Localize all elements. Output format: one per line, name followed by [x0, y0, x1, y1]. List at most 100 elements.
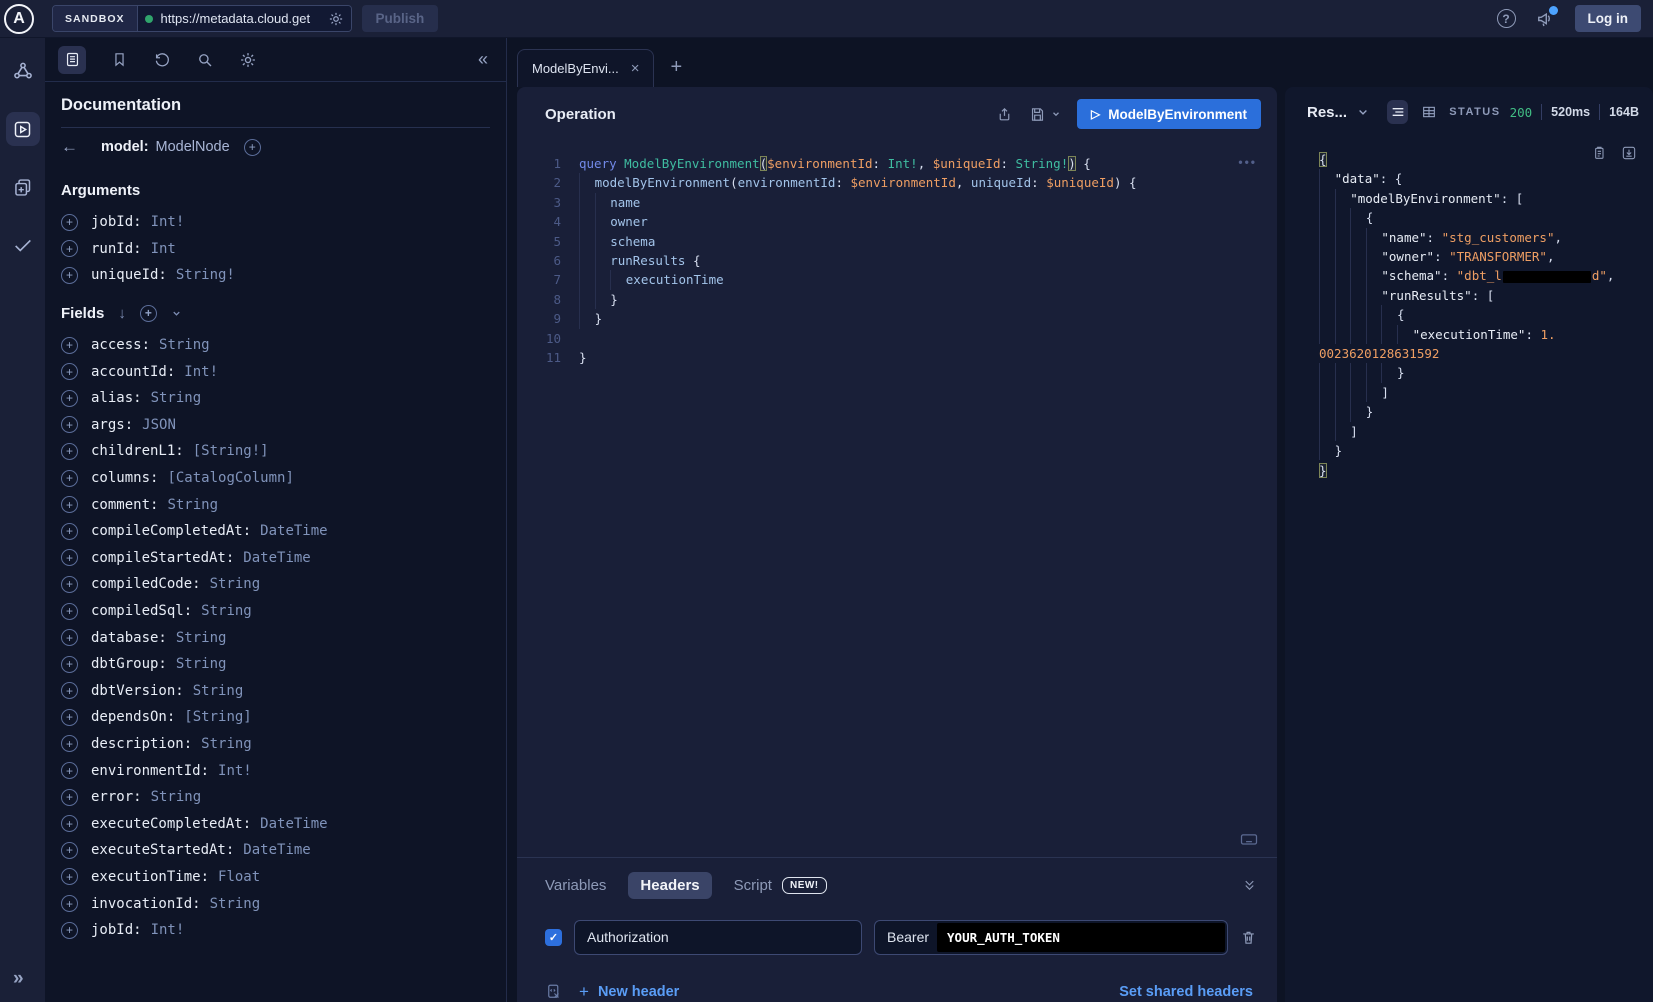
add-to-query-icon[interactable]: +	[61, 416, 78, 433]
fields-options-chevron-icon[interactable]	[171, 308, 182, 319]
argument-row[interactable]: +jobId:Int!	[61, 209, 490, 236]
add-to-query-icon[interactable]: +	[61, 922, 78, 939]
field-row[interactable]: +comment:String	[61, 491, 490, 518]
add-to-query-icon[interactable]: +	[61, 629, 78, 646]
explorer-nav-icon[interactable]	[6, 112, 40, 146]
field-row[interactable]: +jobId:Int!	[61, 917, 490, 944]
add-to-query-icon[interactable]: +	[61, 363, 78, 380]
field-row[interactable]: +compileCompletedAt:DateTime	[61, 518, 490, 545]
argument-row[interactable]: +uniqueId:String!	[61, 262, 490, 289]
field-row[interactable]: +environmentId:Int!	[61, 757, 490, 784]
add-to-query-icon[interactable]: +	[61, 789, 78, 806]
sort-fields-icon[interactable]: ↓	[118, 305, 126, 322]
expand-sidebar-icon[interactable]: »	[13, 968, 24, 990]
tab-script[interactable]: Script	[734, 877, 772, 894]
add-to-query-icon[interactable]: +	[61, 868, 78, 885]
add-to-query-icon[interactable]: +	[61, 240, 78, 257]
collapse-docs-icon[interactable]: «	[478, 49, 488, 70]
back-arrow-icon[interactable]: ←	[61, 137, 101, 157]
argument-row[interactable]: +runId:Int	[61, 236, 490, 263]
documentation-tab-icon[interactable]	[58, 46, 86, 74]
field-row[interactable]: +error:String	[61, 784, 490, 811]
new-tab-button[interactable]: +	[670, 56, 682, 79]
add-to-query-icon[interactable]: +	[61, 576, 78, 593]
operation-tab[interactable]: ModelByEnvi... ×	[517, 49, 654, 87]
field-row[interactable]: +invocationId:String	[61, 890, 490, 917]
announcements-icon[interactable]	[1536, 9, 1555, 28]
copy-response-icon[interactable]	[1591, 145, 1607, 161]
schema-graph-nav-icon[interactable]	[6, 54, 40, 88]
field-row[interactable]: +dependsOn:[String]	[61, 704, 490, 731]
close-tab-icon[interactable]: ×	[631, 60, 640, 77]
help-icon[interactable]: ?	[1497, 9, 1516, 28]
header-value-input[interactable]: Bearer YOUR_AUTH_TOKEN	[874, 920, 1228, 955]
add-all-fields-icon[interactable]: +	[140, 305, 157, 322]
field-row[interactable]: +executionTime:Float	[61, 864, 490, 891]
field-row[interactable]: +accountId:Int!	[61, 358, 490, 385]
editor-menu-icon[interactable]: •••	[1238, 155, 1257, 169]
field-row[interactable]: +childrenL1:[String!]	[61, 438, 490, 465]
add-to-query-icon[interactable]: +	[61, 656, 78, 673]
set-shared-headers-link[interactable]: Set shared headers	[1119, 984, 1253, 1000]
endpoint-settings-gear-icon[interactable]	[328, 11, 344, 27]
add-to-query-icon[interactable]: +	[61, 603, 78, 620]
table-view-icon[interactable]	[1418, 100, 1439, 124]
apollo-logo[interactable]: A	[4, 4, 34, 34]
add-to-query-icon[interactable]: +	[61, 214, 78, 231]
field-row[interactable]: +columns:[CatalogColumn]	[61, 465, 490, 492]
header-enabled-checkbox[interactable]: ✓	[545, 929, 562, 946]
add-to-query-icon[interactable]: +	[61, 470, 78, 487]
login-button[interactable]: Log in	[1575, 5, 1642, 32]
checks-nav-icon[interactable]	[6, 228, 40, 262]
add-to-query-icon[interactable]: +	[61, 390, 78, 407]
add-to-query-icon[interactable]: +	[61, 496, 78, 513]
field-row[interactable]: +args:JSON	[61, 412, 490, 439]
add-to-query-icon[interactable]: +	[61, 443, 78, 460]
keyboard-shortcuts-icon[interactable]	[1239, 829, 1259, 849]
add-to-query-icon[interactable]: +	[61, 337, 78, 354]
field-row[interactable]: +compiledCode:String	[61, 571, 490, 598]
add-to-query-icon[interactable]: +	[61, 842, 78, 859]
raw-view-icon[interactable]	[1387, 100, 1408, 124]
explorer-settings-gear-icon[interactable]	[239, 51, 257, 69]
breadcrumb-type[interactable]: ModelNode	[156, 139, 230, 155]
add-to-query-icon[interactable]: +	[61, 895, 78, 912]
field-row[interactable]: +compiledSql:String	[61, 598, 490, 625]
history-icon[interactable]	[153, 51, 171, 69]
add-to-query-icon[interactable]: +	[61, 549, 78, 566]
header-name-input[interactable]: Authorization	[574, 920, 862, 955]
save-operation-icon[interactable]	[1029, 106, 1046, 123]
field-row[interactable]: +alias:String	[61, 385, 490, 412]
run-operation-button[interactable]: ▷ ModelByEnvironment	[1077, 99, 1261, 129]
operations-nav-icon[interactable]	[6, 170, 40, 204]
field-row[interactable]: +compileStartedAt:DateTime	[61, 545, 490, 572]
bookmarks-icon[interactable]	[111, 51, 128, 68]
new-header-button[interactable]: + New header	[579, 982, 679, 1002]
share-operation-icon[interactable]	[996, 106, 1013, 123]
field-row[interactable]: +dbtGroup:String	[61, 651, 490, 678]
delete-header-icon[interactable]	[1240, 929, 1257, 946]
field-row[interactable]: +executeCompletedAt:DateTime	[61, 810, 490, 837]
save-dropdown-chevron-icon[interactable]	[1051, 109, 1061, 119]
field-row[interactable]: +executeStartedAt:DateTime	[61, 837, 490, 864]
add-to-query-icon[interactable]: +	[61, 815, 78, 832]
tab-headers[interactable]: Headers	[628, 872, 711, 899]
search-icon[interactable]	[196, 51, 214, 69]
collapse-panel-icon[interactable]	[1242, 878, 1257, 893]
edit-headers-json-icon[interactable]	[545, 983, 563, 1001]
add-to-query-icon[interactable]: +	[61, 523, 78, 540]
add-to-query-icon[interactable]: +	[61, 682, 78, 699]
add-to-query-icon[interactable]: +	[61, 735, 78, 752]
query-editor[interactable]: ••• 1query ModelByEnvironment($environme…	[517, 141, 1277, 857]
add-to-query-icon[interactable]: +	[61, 267, 78, 284]
field-row[interactable]: +dbtVersion:String	[61, 678, 490, 705]
add-to-query-icon[interactable]: +	[61, 709, 78, 726]
auth-token-value[interactable]: YOUR_AUTH_TOKEN	[937, 923, 1225, 952]
add-to-query-icon[interactable]: +	[61, 762, 78, 779]
endpoint-url-input[interactable]: https://metadata.cloud.get	[138, 6, 351, 31]
field-row[interactable]: +description:String	[61, 731, 490, 758]
tab-variables[interactable]: Variables	[545, 877, 606, 894]
response-dropdown-chevron-icon[interactable]	[1357, 106, 1369, 118]
field-row[interactable]: +database:String	[61, 624, 490, 651]
download-response-icon[interactable]	[1621, 145, 1637, 161]
